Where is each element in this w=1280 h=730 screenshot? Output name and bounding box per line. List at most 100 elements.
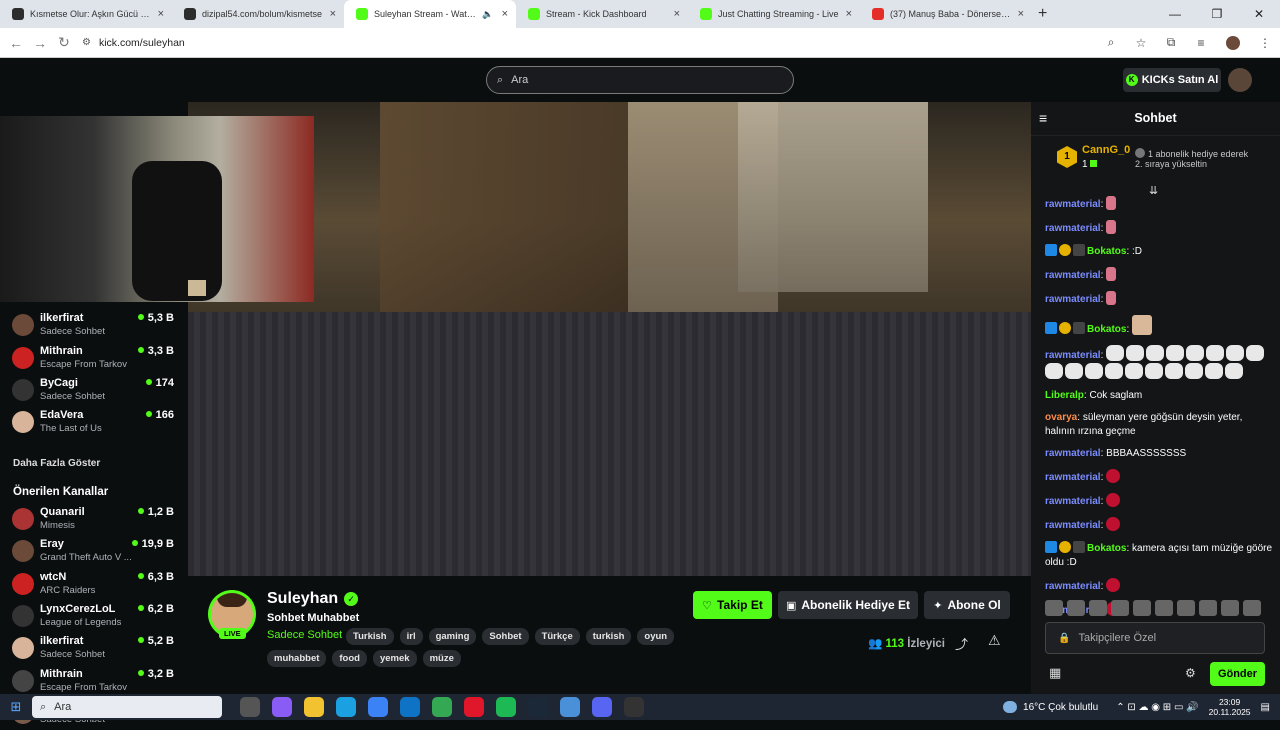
gift-leaderboard[interactable]: 1 CannG_0 1 1 abonelik hediye ederek 2. s… bbox=[1031, 140, 1280, 186]
obs-icon[interactable] bbox=[624, 697, 644, 717]
windows-start-icon[interactable]: ⊞ bbox=[0, 699, 32, 715]
stream-tag[interactable]: muhabbet bbox=[267, 650, 327, 667]
stream-tag[interactable]: irl bbox=[399, 628, 423, 645]
browser-tab[interactable]: Suleyhan Stream - Watch Li 🔈 × bbox=[344, 0, 516, 28]
emote-5[interactable] bbox=[1133, 600, 1151, 616]
reload-button[interactable]: ↻ bbox=[52, 34, 76, 51]
streamer-name[interactable]: Suleyhan ✓ bbox=[267, 590, 359, 608]
stream-tag[interactable]: food bbox=[332, 650, 367, 667]
close-tab-icon[interactable]: × bbox=[330, 8, 336, 20]
tray-overflow-icon[interactable]: ⌃ ⊡ ☁ ◉ ⊞ ▭ 🔊 bbox=[1116, 702, 1198, 713]
stream-tag[interactable]: yemek bbox=[372, 650, 417, 667]
close-tab-icon[interactable]: × bbox=[502, 8, 508, 20]
sidebar-channel[interactable]: EdaVera The Last of Us 166 bbox=[12, 407, 182, 439]
chat-username[interactable]: rawmaterial bbox=[1045, 199, 1101, 210]
chat-username[interactable]: Bokatos bbox=[1087, 324, 1126, 335]
emote-6[interactable] bbox=[1155, 600, 1173, 616]
stream-tag[interactable]: müze bbox=[422, 650, 461, 667]
stream-tag[interactable]: Turkish bbox=[346, 628, 394, 645]
sidebar-channel[interactable]: ilkerfirat Sadece Sohbet 5,2 B bbox=[12, 633, 182, 665]
audio-icon[interactable]: 🔈 bbox=[482, 9, 493, 20]
chat-username[interactable]: Bokatos bbox=[1087, 543, 1126, 554]
browser-tab[interactable]: dizipal54.com/bolum/kismetse × bbox=[172, 0, 344, 28]
close-tab-icon[interactable]: × bbox=[674, 8, 680, 20]
taskbar-search[interactable]: ⌕ Ara bbox=[32, 696, 222, 718]
user-avatar[interactable] bbox=[1228, 68, 1252, 92]
close-window-button[interactable]: ✕ bbox=[1238, 0, 1280, 28]
close-tab-icon[interactable]: × bbox=[158, 8, 164, 20]
chat-username[interactable]: rawmaterial bbox=[1045, 294, 1101, 305]
sidebar-channel[interactable]: Mithrain Escape From Tarkov 3,2 B bbox=[12, 666, 182, 698]
outlook-icon[interactable] bbox=[400, 697, 420, 717]
search-input[interactable]: ⌕ Ara bbox=[486, 66, 794, 94]
opera-icon[interactable] bbox=[464, 697, 484, 717]
chat-username[interactable]: Bokatos bbox=[1087, 246, 1126, 257]
emote-1[interactable] bbox=[1045, 600, 1063, 616]
chat-username[interactable]: rawmaterial bbox=[1045, 472, 1101, 483]
maximize-button[interactable]: ❐ bbox=[1196, 0, 1238, 28]
chat-username[interactable]: rawmaterial bbox=[1045, 520, 1101, 531]
new-tab-button[interactable]: + bbox=[1038, 5, 1047, 23]
browser-tab[interactable]: Stream - Kick Dashboard × bbox=[516, 0, 688, 28]
browser-tab[interactable]: Kısmetse Olur: Aşkın Gücü 1.Se × bbox=[0, 0, 172, 28]
sidebar-channel[interactable]: Mithrain Escape From Tarkov 3,3 B bbox=[12, 343, 182, 375]
store-icon[interactable] bbox=[368, 697, 388, 717]
task-view-icon[interactable] bbox=[240, 697, 260, 717]
emote-8[interactable] bbox=[1199, 600, 1217, 616]
sidebar-channel[interactable]: LynxCerezLoL League of Legends 6,2 B bbox=[12, 601, 182, 633]
site-info-icon[interactable]: ⚙ bbox=[82, 37, 91, 48]
buy-kicks-button[interactable]: K KICKs Satın Al bbox=[1123, 68, 1221, 92]
steam-icon[interactable] bbox=[528, 697, 548, 717]
emote-3[interactable] bbox=[1089, 600, 1107, 616]
close-tab-icon[interactable]: × bbox=[846, 8, 852, 20]
chat-username[interactable]: rawmaterial bbox=[1045, 496, 1101, 507]
picture-in-picture-video[interactable] bbox=[0, 116, 314, 302]
edge-icon[interactable] bbox=[336, 697, 356, 717]
extensions-icon[interactable]: ⧉ bbox=[1156, 35, 1186, 50]
chat-username[interactable]: Liberalp bbox=[1045, 390, 1084, 401]
url-field[interactable]: ⚙ kick.com/suleyhan bbox=[82, 37, 1096, 49]
store-icon[interactable]: ▦ bbox=[1049, 665, 1061, 681]
share-icon[interactable]: ⤴ bbox=[955, 634, 968, 653]
video-player[interactable] bbox=[188, 102, 1031, 576]
chat-username[interactable]: ovarya bbox=[1045, 412, 1077, 423]
report-icon[interactable]: ⚠ bbox=[988, 632, 1001, 649]
gift-sub-button[interactable]: ▣ Abonelik Hediye Et bbox=[778, 591, 918, 619]
chat-settings-icon[interactable]: ⚙ bbox=[1185, 666, 1196, 680]
minimize-button[interactable]: — bbox=[1154, 0, 1196, 28]
emote-4[interactable] bbox=[1111, 600, 1129, 616]
stream-tag[interactable]: turkish bbox=[585, 628, 632, 645]
chat-username[interactable]: rawmaterial bbox=[1045, 223, 1101, 234]
stream-tag[interactable]: gaming bbox=[428, 628, 477, 645]
sidebar-channel[interactable]: ByCagi Sadece Sohbet 174 bbox=[12, 375, 182, 407]
emote-9[interactable] bbox=[1221, 600, 1239, 616]
copilot-icon[interactable] bbox=[272, 697, 292, 717]
follow-button[interactable]: ♡ Takip Et bbox=[693, 591, 772, 619]
emote-7[interactable] bbox=[1177, 600, 1195, 616]
sidebar-channel[interactable]: ilkerfirat Sadece Sohbet 5,3 B bbox=[12, 310, 182, 342]
profile-avatar[interactable] bbox=[1226, 35, 1240, 50]
browser-tab[interactable]: (37) Manuş Baba - Dönersen Isl × bbox=[860, 0, 1032, 28]
sidebar-channel[interactable]: wtcN ARC Raiders 6,3 B bbox=[12, 569, 182, 601]
chat-username[interactable]: rawmaterial bbox=[1045, 270, 1101, 281]
spotify-icon[interactable] bbox=[496, 697, 516, 717]
stream-category-link[interactable]: Sadece Sohbet bbox=[267, 629, 342, 641]
bookmark-star-icon[interactable]: ☆ bbox=[1126, 36, 1156, 50]
chrome-icon[interactable] bbox=[432, 697, 452, 717]
stream-tag[interactable]: Sohbet bbox=[482, 628, 529, 645]
notification-icon[interactable]: ▤ bbox=[1261, 702, 1270, 713]
clock[interactable]: 23:09 20.11.2025 bbox=[1209, 697, 1251, 717]
discord-icon[interactable] bbox=[592, 697, 612, 717]
subscribe-button[interactable]: ✦ Abone Ol bbox=[924, 591, 1010, 619]
close-tab-icon[interactable]: × bbox=[1018, 8, 1024, 20]
weather-widget[interactable]: 16°C Çok bulutlu bbox=[1003, 701, 1098, 713]
media-control-icon[interactable]: ≡ bbox=[1186, 36, 1216, 50]
stream-tag[interactable]: oyun bbox=[637, 628, 675, 645]
zoom-icon[interactable]: ⌕ bbox=[1096, 35, 1126, 50]
chat-username[interactable]: rawmaterial bbox=[1045, 448, 1101, 459]
back-button[interactable]: ← bbox=[4, 35, 28, 51]
chat-input[interactable]: 🔒 Takipçilere Özel bbox=[1045, 622, 1265, 654]
app-icon[interactable] bbox=[560, 697, 580, 717]
chat-username[interactable]: rawmaterial bbox=[1045, 350, 1101, 361]
send-button[interactable]: Gönder bbox=[1210, 662, 1265, 686]
